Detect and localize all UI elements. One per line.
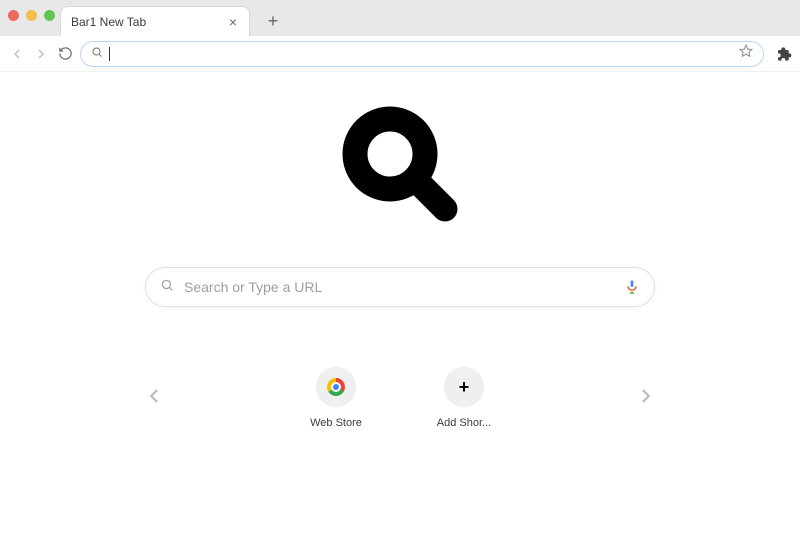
chrome-logo-icon (327, 378, 345, 396)
address-bar[interactable] (80, 41, 764, 67)
new-tab-button[interactable]: + (260, 8, 286, 34)
carousel-next-button[interactable] (630, 381, 660, 416)
plus-icon: + (459, 377, 470, 398)
search-box[interactable] (145, 267, 655, 307)
search-icon (160, 278, 174, 297)
shortcut-icon: + (444, 367, 484, 407)
plus-icon: + (268, 11, 279, 32)
search-icon (91, 45, 103, 63)
shortcut-label: Web Store (310, 417, 362, 429)
back-button[interactable] (8, 45, 26, 63)
extensions-icon[interactable] (776, 46, 792, 62)
shortcut-icon (316, 367, 356, 407)
voice-search-icon[interactable] (624, 276, 640, 298)
bookmark-star-icon[interactable] (739, 44, 753, 63)
carousel-prev-button[interactable] (140, 381, 170, 416)
maximize-window-button[interactable] (44, 10, 55, 21)
tab-title: Bar1 New Tab (71, 15, 146, 29)
tab-strip: Bar1 New Tab × + (0, 0, 800, 36)
address-bar-input[interactable] (116, 46, 729, 61)
close-window-button[interactable] (8, 10, 19, 21)
close-tab-button[interactable]: × (227, 14, 239, 30)
text-cursor (109, 47, 110, 61)
reload-button[interactable] (56, 45, 74, 63)
forward-button[interactable] (32, 45, 50, 63)
shortcuts-list: Web Store + Add Shor... (300, 367, 500, 429)
minimize-window-button[interactable] (26, 10, 37, 21)
shortcut-add[interactable]: + Add Shor... (428, 367, 500, 429)
shortcut-web-store[interactable]: Web Store (300, 367, 372, 429)
page-logo-search-icon (340, 104, 460, 229)
browser-tab[interactable]: Bar1 New Tab × (60, 6, 250, 36)
shortcuts-carousel: Web Store + Add Shor... (140, 367, 660, 429)
window-controls (8, 10, 55, 21)
browser-toolbar (0, 36, 800, 72)
new-tab-page: Web Store + Add Shor... (0, 72, 800, 542)
shortcut-label: Add Shor... (437, 417, 491, 429)
search-input[interactable] (184, 279, 614, 295)
